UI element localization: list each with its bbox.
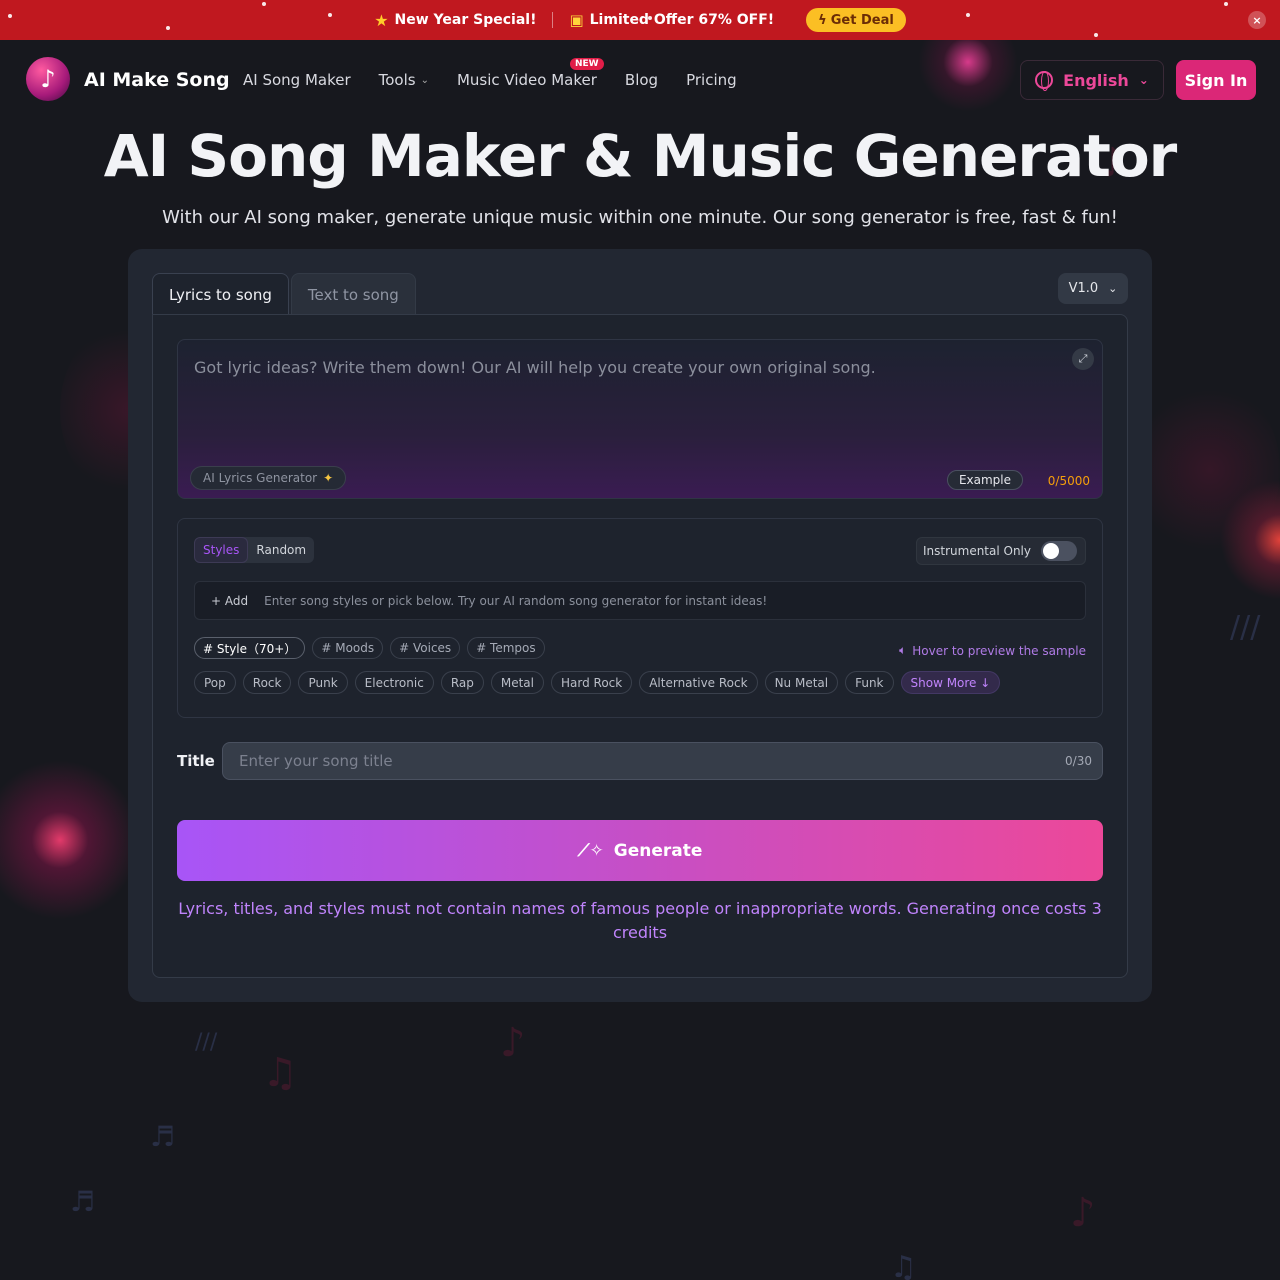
promo-special: ★ New Year Special!: [374, 11, 536, 30]
lyrics-panel: Got lyric ideas? Write them down! Our AI…: [152, 314, 1128, 978]
tab-lyrics-to-song[interactable]: Lyrics to song: [152, 273, 289, 315]
promo-offer-text: Limited Offer 67% OFF!: [589, 12, 775, 28]
promo-special-text: New Year Special!: [394, 12, 537, 28]
styles-mode-styles[interactable]: Styles: [194, 537, 249, 563]
chevron-down-icon: ⌄: [420, 74, 429, 86]
style-tag[interactable]: Alternative Rock: [639, 671, 758, 694]
generate-label: Generate: [613, 840, 703, 861]
tab-text-to-song[interactable]: Text to song: [290, 273, 416, 315]
gift-icon: ▣: [569, 11, 584, 29]
style-tags: Pop Rock Punk Electronic Rap Metal Hard …: [194, 671, 1001, 694]
nav-blog-label: Blog: [624, 71, 659, 89]
style-tag[interactable]: Pop: [194, 671, 236, 694]
category-style[interactable]: # Style（70+）: [194, 637, 306, 659]
instrumental-label: Instrumental Only: [922, 544, 1031, 558]
nav-blog[interactable]: Blog: [625, 71, 658, 89]
style-tag[interactable]: Metal: [490, 671, 544, 694]
page-title: AI Song Maker & Music Generator: [103, 122, 1178, 190]
version-label: V1.0: [1068, 281, 1099, 296]
title-label: Title: [177, 752, 215, 770]
category-moods[interactable]: # Moods: [312, 637, 384, 659]
globe-icon: [1035, 71, 1054, 91]
nav-music-video-maker[interactable]: Music Video Maker NEW: [456, 58, 604, 89]
style-input[interactable]: + Add Enter song styles or pick below. T…: [194, 581, 1086, 620]
close-icon[interactable]: ×: [1248, 11, 1266, 29]
style-tag[interactable]: Nu Metal: [764, 671, 839, 694]
brand-name[interactable]: AI Make Song: [84, 69, 230, 91]
main-nav: AI Song Maker Tools ⌄ Music Video Maker …: [243, 58, 737, 89]
speaker-icon: 🔈︎: [899, 643, 907, 657]
generator-card: Lyrics to song Text to song V1.0 ⌄ Got l…: [128, 249, 1152, 1002]
site-header: ♪ AI Make Song AI Song Maker Tools ⌄ Mus…: [0, 40, 1280, 120]
nav-pricing[interactable]: Pricing: [686, 71, 737, 89]
styles-section: Styles Random Instrumental Only + Add En…: [177, 518, 1103, 718]
lyrics-char-count: 0/5000: [1047, 474, 1090, 488]
style-tag[interactable]: Rap: [440, 671, 484, 694]
add-style-button[interactable]: + Add: [195, 594, 264, 608]
nav-ai-song-maker-label: AI Song Maker: [243, 71, 351, 89]
title-input[interactable]: Enter your song title 0/30: [222, 742, 1103, 780]
category-tempos[interactable]: # Tempos: [467, 637, 545, 659]
styles-mode-random[interactable]: Random: [248, 537, 314, 563]
nav-music-video-label: Music Video Maker: [456, 71, 597, 89]
lightning-icon: ϟ: [818, 12, 827, 28]
nav-tools-label: Tools: [378, 71, 416, 89]
version-select[interactable]: V1.0 ⌄: [1058, 273, 1128, 304]
promo-banner: ★ New Year Special! ▣ Limited Offer 67% …: [0, 0, 1280, 40]
lyrics-textarea[interactable]: Got lyric ideas? Write them down! Our AI…: [177, 339, 1103, 499]
page-subtitle: With our AI song maker, generate unique …: [162, 207, 1118, 228]
style-input-placeholder: Enter song styles or pick below. Try our…: [264, 593, 768, 608]
promo-divider: [552, 12, 554, 28]
instrumental-only-control: Instrumental Only: [915, 537, 1086, 565]
ai-lyrics-generator-button[interactable]: AI Lyrics Generator ✦: [190, 466, 347, 490]
ai-lyrics-label: AI Lyrics Generator: [203, 471, 318, 485]
star-icon: ★: [374, 10, 389, 30]
get-deal-label: Get Deal: [830, 12, 894, 28]
chevron-down-icon: ⌄: [1108, 282, 1118, 295]
style-tag[interactable]: Hard Rock: [551, 671, 633, 694]
promo-offer: ▣ Limited Offer 67% OFF!: [569, 11, 774, 29]
new-badge: NEW: [569, 58, 604, 70]
generate-button[interactable]: ⟋✧ Generate: [177, 820, 1103, 881]
style-tag[interactable]: Punk: [298, 671, 348, 694]
example-button[interactable]: Example: [946, 470, 1023, 490]
style-tag[interactable]: Rock: [242, 671, 292, 694]
nav-pricing-label: Pricing: [686, 71, 737, 89]
hover-hint-text: Hover to preview the sample: [912, 643, 1086, 658]
logo-music-icon[interactable]: ♪: [26, 57, 70, 101]
expand-icon[interactable]: ⤢: [1072, 348, 1094, 370]
lyrics-placeholder: Got lyric ideas? Write them down! Our AI…: [194, 358, 876, 377]
nav-ai-song-maker[interactable]: AI Song Maker: [243, 71, 351, 89]
nav-tools[interactable]: Tools ⌄: [379, 71, 429, 89]
style-tag[interactable]: Electronic: [354, 671, 434, 694]
show-more-button[interactable]: Show More ↓: [900, 671, 1001, 694]
language-label: English: [1063, 70, 1129, 90]
sparkles-icon: ✦: [323, 471, 334, 485]
sign-in-button[interactable]: Sign In: [1176, 60, 1256, 100]
styles-mode-toggle: Styles Random: [194, 537, 315, 563]
content-warning: Lyrics, titles, and styles must not cont…: [178, 899, 1102, 942]
instrumental-toggle[interactable]: [1041, 541, 1077, 561]
title-char-count: 0/30: [1065, 754, 1092, 768]
magic-wand-icon: ⟋✧: [577, 840, 604, 861]
title-placeholder: Enter your song title: [239, 752, 393, 770]
style-category-tabs: # Style（70+） # Moods # Voices # Tempos: [194, 637, 545, 659]
category-voices[interactable]: # Voices: [390, 637, 461, 659]
language-selector[interactable]: English ⌄: [1020, 60, 1164, 100]
get-deal-button[interactable]: ϟ Get Deal: [806, 8, 906, 32]
hover-preview-hint: 🔈︎ Hover to preview the sample: [899, 643, 1086, 658]
chevron-down-icon: ⌄: [1138, 73, 1149, 87]
mode-tabs: Lyrics to song Text to song: [152, 273, 416, 315]
style-tag[interactable]: Funk: [845, 671, 894, 694]
